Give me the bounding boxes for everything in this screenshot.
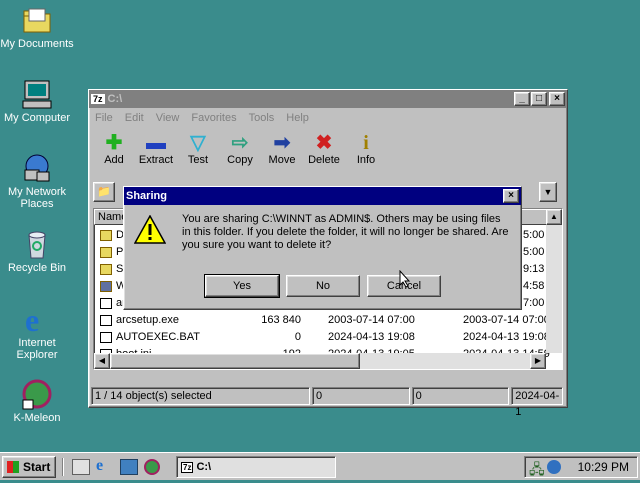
yes-button[interactable]: Yes	[204, 274, 280, 298]
7zip-icon: 7z	[181, 462, 194, 473]
folder-icon	[21, 4, 53, 36]
dialog-titlebar[interactable]: Sharing ×	[124, 187, 521, 205]
desktop-icon-label: My Documents	[0, 38, 74, 50]
menu-favorites[interactable]: Favorites	[191, 112, 236, 124]
copy-arrow-icon: ⇨	[231, 132, 249, 154]
desktop-icon-my-network-places[interactable]: My Network Places	[0, 152, 74, 210]
desktop-icon-internet-explorer[interactable]: e Internet Explorer	[0, 302, 74, 361]
desktop-icon-label: Recycle Bin	[7, 262, 67, 274]
internet-explorer-icon: e	[21, 302, 53, 338]
vertical-scrollbar[interactable]: ▲	[546, 209, 562, 353]
list-item[interactable]: arcsetup.exe 163 840 2003-07-14 07:00 2003-…	[98, 312, 556, 329]
taskbar-separator	[62, 458, 64, 476]
delete-x-icon: ✖	[315, 132, 333, 154]
sharing-dialog: Sharing × You are sharing C:\WINNT as AD…	[123, 186, 522, 310]
desktop-icon-label: My Computer	[3, 112, 71, 124]
desktop-icon-my-documents[interactable]: My Documents	[0, 4, 74, 50]
list-item[interactable]: AUTOEXEC.BAT 0 2024-04-13 19:08 2024-04-13 …	[98, 329, 556, 346]
scroll-right-arrow-icon[interactable]: ▶	[530, 353, 546, 369]
horizontal-scrollbar[interactable]: ◀ ▶	[94, 353, 546, 369]
chevron-down-icon: ▼	[543, 187, 553, 197]
desktop-icon-label: My Network Places	[7, 186, 67, 210]
status-date: 2024-04-1	[511, 387, 563, 418]
system-tray: 🖧 10:29 PM	[524, 456, 638, 478]
svg-text:e: e	[25, 303, 39, 335]
info-icon: i	[363, 132, 369, 154]
desktop-icon-my-computer[interactable]: My Computer	[0, 78, 74, 124]
window-titlebar[interactable]: 7z C:\ _ □ ×	[89, 90, 567, 108]
scroll-up-arrow-icon[interactable]: ▲	[546, 209, 562, 225]
scroll-thumb[interactable]	[110, 353, 360, 369]
tray-globe-icon[interactable]	[547, 460, 561, 474]
test-button[interactable]: ▽ Test	[177, 128, 219, 176]
toolbar: ✚ Add ▬ Extract ▽ Test ⇨ Copy ➡ Move ✖ Delete …	[89, 128, 567, 176]
move-arrow-icon: ➡	[273, 132, 291, 154]
folder-icon	[100, 264, 112, 275]
warning-icon	[133, 214, 167, 245]
minimize-button[interactable]: _	[514, 92, 530, 106]
delete-button[interactable]: ✖ Delete	[303, 128, 345, 176]
show-desktop-icon[interactable]	[72, 459, 90, 475]
7zip-icon: 7z	[91, 94, 105, 104]
check-icon: ▽	[190, 132, 206, 154]
close-button[interactable]: ×	[549, 92, 565, 106]
recycle-bin-icon	[21, 228, 53, 260]
clock[interactable]: 10:29 PM	[578, 460, 629, 474]
minus-icon: ▬	[146, 132, 166, 154]
window-title: C:\	[107, 93, 123, 105]
menu-help[interactable]: Help	[286, 112, 309, 124]
maximize-button[interactable]: □	[531, 92, 547, 106]
status-size: 0	[312, 387, 410, 405]
taskbar: Start e 7z C:\ 🖧 10:29 PM	[0, 452, 640, 480]
plus-icon: ✚	[105, 132, 123, 154]
internet-explorer-quicklaunch-icon[interactable]: e	[96, 457, 114, 475]
folder-up-icon: 📁	[97, 186, 111, 198]
menu-tools[interactable]: Tools	[249, 112, 275, 124]
dialog-close-button[interactable]: ×	[503, 189, 519, 203]
network-tray-icon[interactable]: 🖧	[529, 459, 545, 483]
bat-file-icon	[100, 332, 112, 343]
desktop-icon-label: K-Meleon	[13, 412, 61, 424]
taskbar-task-c-drive[interactable]: 7z C:\	[176, 456, 336, 478]
windows-logo-icon	[7, 461, 19, 473]
network-icon	[21, 152, 53, 184]
dialog-title: Sharing	[126, 190, 167, 202]
start-button[interactable]: Start	[2, 456, 56, 478]
mouse-cursor-icon	[399, 270, 411, 288]
copy-button[interactable]: ⇨ Copy	[219, 128, 261, 176]
move-button[interactable]: ➡ Move	[261, 128, 303, 176]
folder-icon	[100, 281, 112, 292]
file-icon	[100, 298, 112, 309]
menu-file[interactable]: File	[95, 112, 113, 124]
desktop-icon-label: Internet Explorer	[16, 337, 58, 361]
menu-edit[interactable]: Edit	[125, 112, 144, 124]
menu-bar: File Edit View Favorites Tools Help	[89, 108, 567, 128]
desktop-icon-recycle-bin[interactable]: Recycle Bin	[0, 228, 74, 274]
status-selection: 1 / 14 object(s) selected	[91, 387, 311, 405]
no-button[interactable]: No	[286, 275, 360, 297]
computer-icon	[21, 78, 53, 110]
folder-icon	[100, 247, 112, 258]
status-bar: 1 / 14 object(s) selected 0 0 2024-04-1	[91, 387, 565, 418]
scroll-left-arrow-icon[interactable]: ◀	[94, 353, 110, 369]
k-meleon-quicklaunch-icon[interactable]	[144, 459, 160, 475]
desktop-icon-k-meleon[interactable]: K-Meleon	[0, 378, 74, 424]
status-packed: 0	[411, 387, 510, 405]
k-meleon-icon	[21, 378, 53, 410]
info-button[interactable]: i Info	[345, 128, 387, 176]
folder-up-button[interactable]: 📁	[93, 182, 115, 202]
add-button[interactable]: ✚ Add	[93, 128, 135, 176]
exe-file-icon	[100, 315, 112, 326]
menu-view[interactable]: View	[156, 112, 180, 124]
dialog-message: You are sharing C:\WINNT as ADMIN$. Othe…	[182, 213, 509, 251]
extract-button[interactable]: ▬ Extract	[135, 128, 177, 176]
path-dropdown-button[interactable]: ▼	[539, 182, 557, 202]
folder-icon	[100, 230, 112, 241]
network-quicklaunch-icon[interactable]	[120, 459, 138, 475]
